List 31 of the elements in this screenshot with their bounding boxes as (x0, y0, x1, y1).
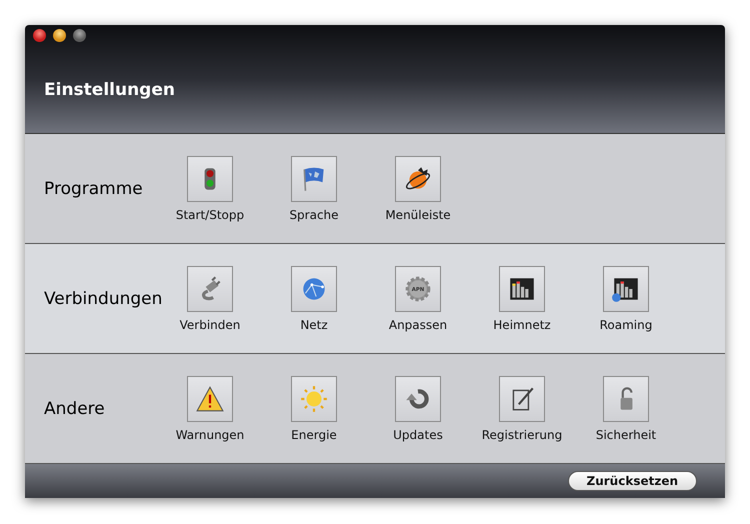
close-button[interactable] (33, 29, 46, 42)
document-pen-icon[interactable] (499, 376, 545, 422)
item-label[interactable]: Menüleiste (385, 208, 451, 222)
item-label[interactable]: Updates (393, 428, 443, 442)
section-title: Programme (43, 178, 144, 198)
item-label[interactable]: Netz (300, 318, 328, 332)
window-title: Einstellungen (43, 79, 176, 100)
plug-icon[interactable] (187, 266, 233, 312)
item-label[interactable]: Roaming (600, 318, 652, 332)
level-meter-globe-icon[interactable] (603, 266, 649, 312)
item-label[interactable]: Sprache (289, 208, 339, 222)
item-label[interactable]: Anpassen (388, 318, 448, 332)
item-label[interactable]: Registrierung (482, 428, 562, 442)
reset-button[interactable]: Zurücksetzen (568, 471, 697, 491)
level-meter-icon[interactable] (499, 266, 545, 312)
traffic-light-icon[interactable] (187, 156, 233, 202)
sun-icon[interactable] (291, 376, 337, 422)
item-label[interactable]: Verbinden (180, 318, 240, 332)
open-padlock-icon[interactable] (603, 376, 649, 422)
item-label[interactable]: Energie (291, 428, 337, 442)
item-label[interactable]: Sicherheit (596, 428, 656, 442)
minimize-button[interactable] (53, 29, 66, 42)
planet-icon[interactable] (395, 156, 441, 202)
item-label[interactable]: Warnungen (176, 428, 244, 442)
globe-icon[interactable] (291, 266, 337, 312)
flag-icon[interactable] (291, 156, 337, 202)
item-label[interactable]: Start/Stopp (176, 208, 244, 222)
zoom-button[interactable] (73, 29, 86, 42)
section-title: Andere (43, 398, 106, 418)
item-label[interactable]: Heimnetz (493, 318, 551, 332)
warning-icon[interactable] (187, 376, 233, 422)
